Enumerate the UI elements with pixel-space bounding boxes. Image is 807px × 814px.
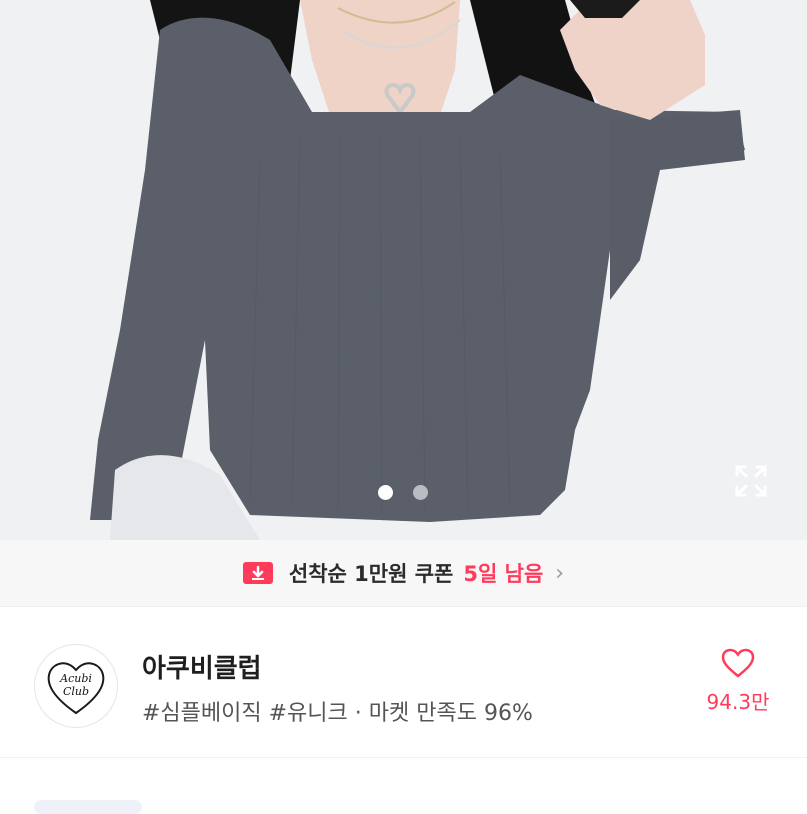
carousel-dot[interactable] <box>413 485 428 500</box>
coupon-banner[interactable]: 선착순 1만원 쿠폰 5일 남음 › <box>0 540 807 607</box>
coupon-days-left: 5일 남음 <box>463 562 544 586</box>
svg-text:Acubi: Acubi <box>59 672 92 685</box>
tag-pill <box>34 800 142 814</box>
shop-name[interactable]: 아쿠비클럽 <box>142 648 262 685</box>
svg-text:Club: Club <box>63 685 89 698</box>
like-count: 94.3만 <box>706 690 770 714</box>
expand-icon[interactable] <box>733 463 769 499</box>
chevron-right-icon: › <box>555 560 565 586</box>
shop-logo[interactable]: Acubi Club <box>34 644 118 728</box>
heart-icon <box>721 648 755 678</box>
like-button[interactable]: 94.3만 <box>700 648 776 715</box>
coupon-download-icon <box>242 562 273 584</box>
shop-section[interactable]: Acubi Club 아쿠비클럽 #심플베이직 #유니크 · 마켓 만족도 96… <box>0 606 807 756</box>
product-photo-illustration <box>0 0 807 540</box>
divider <box>0 757 807 758</box>
shop-tags: #심플베이직 #유니크 · 마켓 만족도 96% <box>142 701 533 726</box>
product-image[interactable] <box>0 0 807 540</box>
coupon-text: 선착순 1만원 쿠폰 <box>288 562 454 586</box>
carousel-indicator <box>378 485 428 500</box>
carousel-dot-active[interactable] <box>378 485 393 500</box>
